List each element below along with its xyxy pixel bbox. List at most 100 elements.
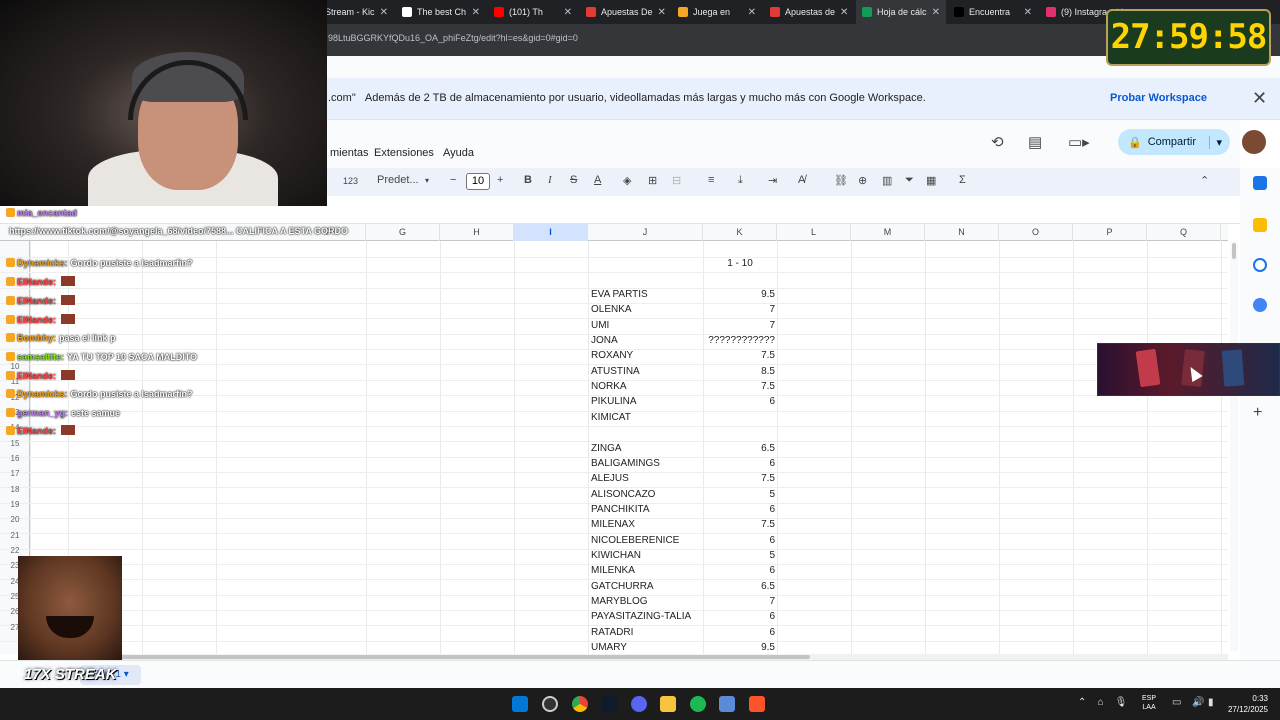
- name-cell[interactable]: ALEJUS: [591, 473, 629, 484]
- history-icon[interactable]: ⟲: [991, 133, 1004, 151]
- score-cell[interactable]: 7.5: [704, 381, 775, 392]
- score-cell[interactable]: 9.5: [704, 642, 775, 653]
- comment-icon[interactable]: ▤: [1028, 133, 1042, 151]
- link-icon[interactable]: ⛓: [834, 174, 848, 187]
- chevron-down-icon[interactable]: ▾: [425, 176, 429, 185]
- chart-icon[interactable]: ▥: [882, 174, 892, 187]
- column-header-m[interactable]: M: [851, 224, 925, 241]
- system-tray-icons[interactable]: ⌃ ⌂ 🎙: [1078, 697, 1127, 708]
- network-icon[interactable]: ▭: [1172, 697, 1181, 708]
- borders-icon[interactable]: ⊞: [648, 174, 657, 187]
- name-cell[interactable]: UMI: [591, 320, 609, 331]
- name-cell[interactable]: JONA: [591, 335, 618, 346]
- name-cell[interactable]: OLENKA: [591, 304, 632, 315]
- score-cell[interactable]: 6.5: [704, 443, 775, 454]
- vertical-scrollbar[interactable]: [1230, 241, 1238, 651]
- chevron-down-icon[interactable]: ▾: [1209, 135, 1222, 149]
- name-cell[interactable]: ALISONCAZO: [591, 489, 655, 500]
- name-cell[interactable]: MILENKA: [591, 565, 635, 576]
- calculator-icon[interactable]: [719, 696, 735, 712]
- score-cell[interactable]: 5: [704, 489, 775, 500]
- functions-icon[interactable]: Σ: [959, 174, 966, 186]
- italic-button[interactable]: I: [548, 174, 552, 186]
- scroll-thumb[interactable]: [30, 655, 810, 659]
- column-header-n[interactable]: N: [925, 224, 999, 241]
- contacts-icon[interactable]: [1253, 298, 1267, 312]
- collapse-icon[interactable]: ⌃: [1200, 174, 1209, 187]
- name-cell[interactable]: PIKULINA: [591, 396, 637, 407]
- start-icon[interactable]: [512, 696, 528, 712]
- bold-button[interactable]: B: [524, 174, 532, 186]
- try-workspace-button[interactable]: Probar Workspace: [1110, 92, 1207, 104]
- browser-tab[interactable]: Juega en ✕: [672, 0, 762, 24]
- fill-color-icon[interactable]: ◈: [623, 174, 631, 187]
- name-cell[interactable]: EVA PARTIS: [591, 289, 648, 300]
- score-cell[interactable]: 6.5: [704, 581, 775, 592]
- column-header-o[interactable]: O: [999, 224, 1073, 241]
- wrap-icon[interactable]: ⇥: [768, 174, 777, 187]
- name-cell[interactable]: UMARY: [591, 642, 627, 653]
- column-header-g[interactable]: G: [366, 224, 440, 241]
- spotify-icon[interactable]: [690, 696, 706, 712]
- meet-icon[interactable]: ▭▸: [1068, 133, 1090, 151]
- font-family-select[interactable]: Predet...: [377, 174, 419, 186]
- column-header-i[interactable]: I: [514, 224, 588, 241]
- folder-icon[interactable]: [660, 696, 676, 712]
- chevron-down-icon[interactable]: ▾: [124, 669, 129, 680]
- name-cell[interactable]: PAYASITAZING-TALIA: [591, 611, 691, 622]
- brave-icon[interactable]: [749, 696, 765, 712]
- rotate-icon[interactable]: A̸: [798, 174, 805, 186]
- score-cell[interactable]: 6: [704, 611, 775, 622]
- score-cell[interactable]: ????????????: [704, 335, 775, 346]
- close-tab-icon[interactable]: ✕: [1024, 7, 1032, 18]
- score-cell[interactable]: 7.5: [704, 350, 775, 361]
- url-text[interactable]: 98LtuBGGRKYfQDu16_OA_phiFeZtg/edit?hl=es…: [328, 33, 578, 43]
- name-cell[interactable]: ATUSTINA: [591, 366, 640, 377]
- score-cell[interactable]: 8.5: [704, 366, 775, 377]
- score-cell[interactable]: 6: [704, 396, 775, 407]
- name-cell[interactable]: KIMICAT: [591, 412, 631, 423]
- name-cell[interactable]: ZINGA: [591, 443, 622, 454]
- name-cell[interactable]: BALIGAMINGS: [591, 458, 660, 469]
- obs-icon[interactable]: [542, 696, 558, 712]
- clock[interactable]: 0:33 27/12/2025: [1226, 693, 1268, 715]
- column-header-h[interactable]: H: [440, 224, 514, 241]
- browser-tab[interactable]: Encuentra ✕: [948, 0, 1038, 24]
- close-tab-icon[interactable]: ✕: [748, 7, 756, 18]
- row-number[interactable]: 20: [0, 515, 30, 524]
- score-cell[interactable]: 6: [704, 504, 775, 515]
- table-view-icon[interactable]: ▦: [926, 174, 936, 187]
- column-header-p[interactable]: P: [1073, 224, 1147, 241]
- score-cell[interactable]: 6: [704, 627, 775, 638]
- name-cell[interactable]: KIWICHAN: [591, 550, 641, 561]
- font-size-input[interactable]: 10: [466, 173, 490, 190]
- valign-icon[interactable]: ⤓: [738, 174, 743, 187]
- discord-icon[interactable]: [631, 696, 647, 712]
- keep-icon[interactable]: [1253, 218, 1267, 232]
- filter-icon[interactable]: ⏷: [905, 174, 914, 187]
- align-left-icon[interactable]: ≡: [708, 174, 714, 186]
- browser-tab[interactable]: Hoja de cálc ✕: [856, 0, 946, 24]
- score-cell[interactable]: 5: [704, 550, 775, 561]
- name-cell[interactable]: NORKA: [591, 381, 627, 392]
- menu-ayuda[interactable]: Ayuda: [443, 147, 474, 159]
- tasks-icon[interactable]: [1253, 258, 1267, 272]
- browser-tab[interactable]: (101) Th ✕: [488, 0, 578, 24]
- name-cell[interactable]: NICOLEBERENICE: [591, 535, 679, 546]
- row-number[interactable]: 18: [0, 485, 30, 494]
- text-color-button[interactable]: A: [594, 174, 601, 186]
- calendar-icon[interactable]: [1253, 176, 1267, 190]
- increase-font-button[interactable]: +: [497, 174, 503, 186]
- menu-herramientas[interactable]: mientas: [330, 147, 369, 159]
- score-cell[interactable]: 7.5: [704, 473, 775, 484]
- chrome-icon[interactable]: [572, 696, 588, 712]
- score-cell[interactable]: 7.5: [704, 519, 775, 530]
- close-tab-icon[interactable]: ✕: [932, 7, 940, 18]
- name-cell[interactable]: ROXANY: [591, 350, 633, 361]
- insert-comment-icon[interactable]: ⊕: [858, 174, 867, 187]
- close-tab-icon[interactable]: ✕: [380, 7, 388, 18]
- score-cell[interactable]: 6: [704, 565, 775, 576]
- score-cell[interactable]: 7: [704, 304, 775, 315]
- score-cell[interactable]: 7: [704, 596, 775, 607]
- row-number[interactable]: 22: [0, 546, 30, 555]
